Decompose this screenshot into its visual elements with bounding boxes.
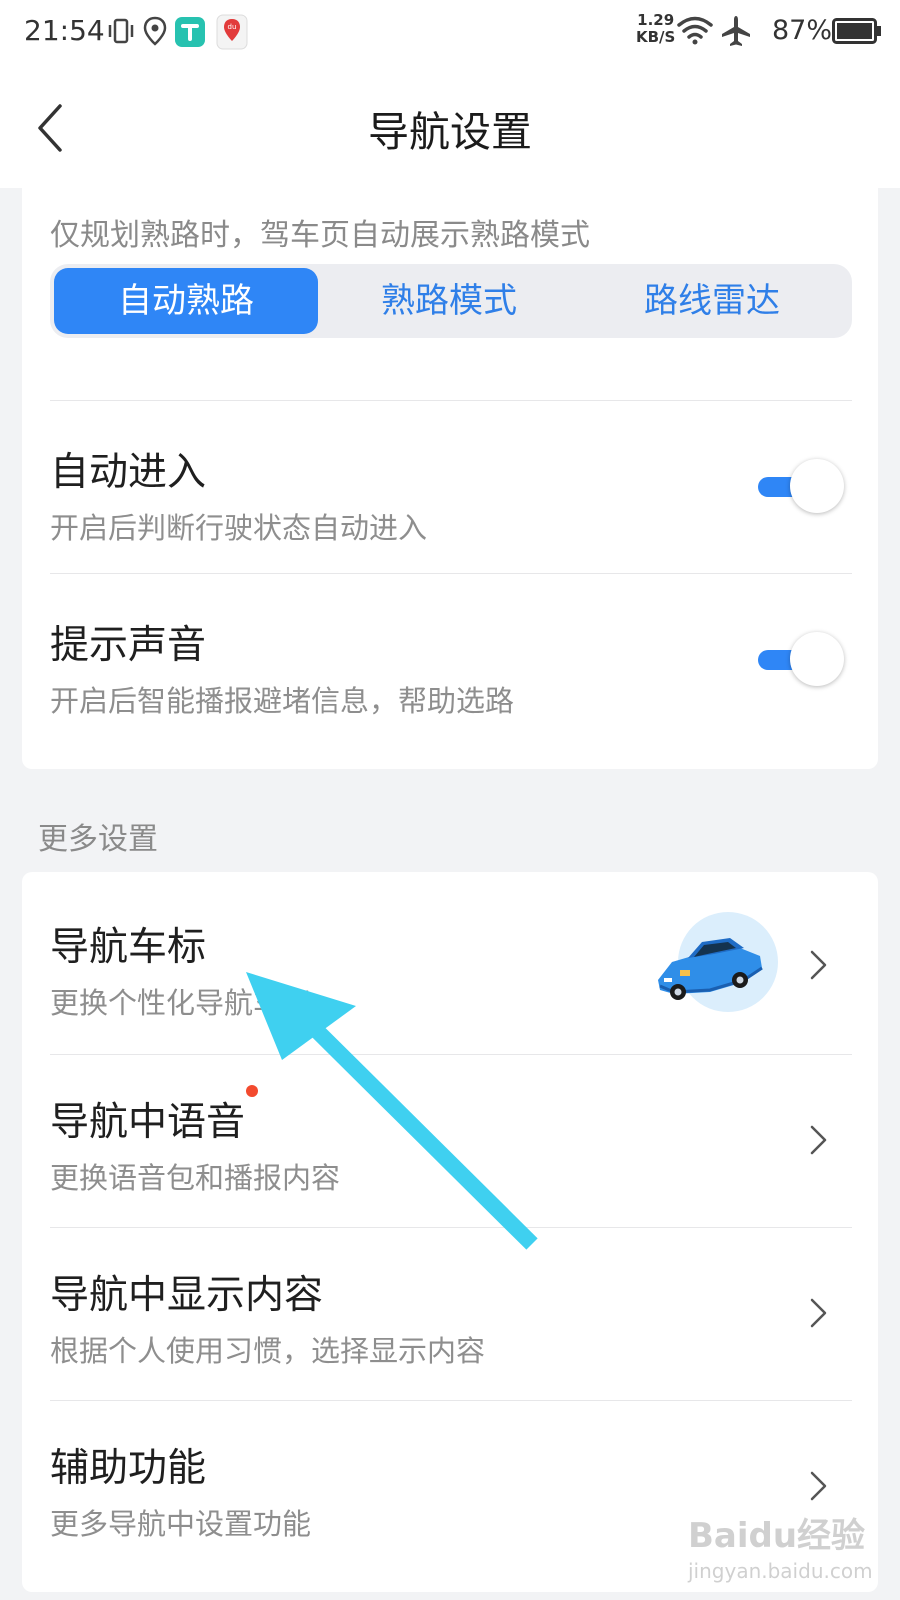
blue-car-icon	[644, 912, 780, 1016]
more-settings-card: 导航车标 更换个性化导航车标 导航中语音 更换语音包和播报内容 导航中显示内容 …	[22, 872, 878, 1592]
battery-percent: 87%	[772, 15, 833, 46]
toggle-knob	[790, 632, 844, 686]
nav-car-icon-title: 导航车标	[50, 925, 207, 970]
chevron-right-icon	[810, 1471, 827, 1501]
toggle-knob	[790, 459, 844, 513]
page-title: 导航设置	[368, 108, 532, 156]
accessibility-subtitle: 更多导航中设置功能	[50, 1507, 312, 1541]
segment-route-radar[interactable]: 路线雷达	[580, 268, 844, 334]
segment-familiar-route-mode[interactable]: 熟路模式	[317, 268, 581, 334]
nav-voice-subtitle: 更换语音包和播报内容	[50, 1161, 341, 1195]
network-speed-unit: KB/S	[636, 28, 676, 46]
location-icon	[142, 14, 168, 54]
wifi-icon	[676, 14, 714, 50]
prompt-sound-row: 提示声音 开启后智能播报避堵信息，帮助选路	[22, 574, 878, 746]
chevron-right-icon	[810, 950, 827, 980]
svg-text:du: du	[228, 23, 237, 31]
airplane-icon	[720, 14, 752, 52]
baidu-watermark: Baidu经验 jingyan.baidu.com	[688, 1508, 873, 1583]
route-mode-segmented-control: 自动熟路 熟路模式 路线雷达	[50, 264, 852, 338]
more-settings-label: 更多设置	[38, 822, 158, 857]
status-bar: 21:54 du 1.29 KB/S 87%	[0, 0, 900, 66]
auto-enter-row: 自动进入 开启后判断行驶状态自动进入	[22, 401, 878, 573]
nav-voice-row[interactable]: 导航中语音 更换语音包和播报内容	[22, 1055, 878, 1227]
watermark-main: Baidu经验	[688, 1516, 866, 1556]
familiar-route-hint: 仅规划熟路时，驾车页自动展示熟路模式	[50, 218, 590, 253]
status-time: 21:54	[24, 14, 105, 47]
watermark-sub: jingyan.baidu.com	[688, 1559, 873, 1583]
nav-header: 导航设置	[0, 66, 900, 188]
network-speed-value: 1.29	[637, 11, 675, 29]
prompt-sound-toggle[interactable]	[736, 630, 846, 690]
chevron-right-icon	[810, 1298, 827, 1328]
nav-car-icon-subtitle: 更换个性化导航车标	[50, 986, 312, 1020]
nav-display-content-subtitle: 根据个人使用习惯，选择显示内容	[50, 1334, 486, 1368]
nav-voice-title: 导航中语音	[50, 1100, 246, 1145]
app-t-icon	[174, 16, 206, 52]
nav-car-icon-row[interactable]: 导航车标 更换个性化导航车标	[22, 872, 878, 1054]
new-badge-dot	[246, 1085, 258, 1097]
segment-auto-familiar-route[interactable]: 自动熟路	[54, 268, 318, 334]
network-speed: 1.29 KB/S	[636, 12, 675, 46]
auto-enter-subtitle: 开启后判断行驶状态自动进入	[50, 511, 428, 545]
prompt-sound-title: 提示声音	[50, 623, 207, 668]
accessibility-title: 辅助功能	[50, 1446, 207, 1491]
map-pin-app-icon: du	[216, 14, 248, 54]
familiar-route-settings-card: 仅规划熟路时，驾车页自动展示熟路模式 自动熟路 熟路模式 路线雷达 自动进入 开…	[22, 188, 878, 769]
vibrate-icon	[106, 14, 136, 54]
prompt-sound-subtitle: 开启后智能播报避堵信息，帮助选路	[50, 684, 515, 718]
chevron-right-icon	[810, 1125, 827, 1155]
auto-enter-toggle[interactable]	[736, 457, 846, 517]
nav-display-content-row[interactable]: 导航中显示内容 根据个人使用习惯，选择显示内容	[22, 1228, 878, 1400]
battery-icon	[832, 18, 882, 48]
auto-enter-title: 自动进入	[50, 450, 207, 495]
nav-display-content-title: 导航中显示内容	[50, 1273, 324, 1318]
